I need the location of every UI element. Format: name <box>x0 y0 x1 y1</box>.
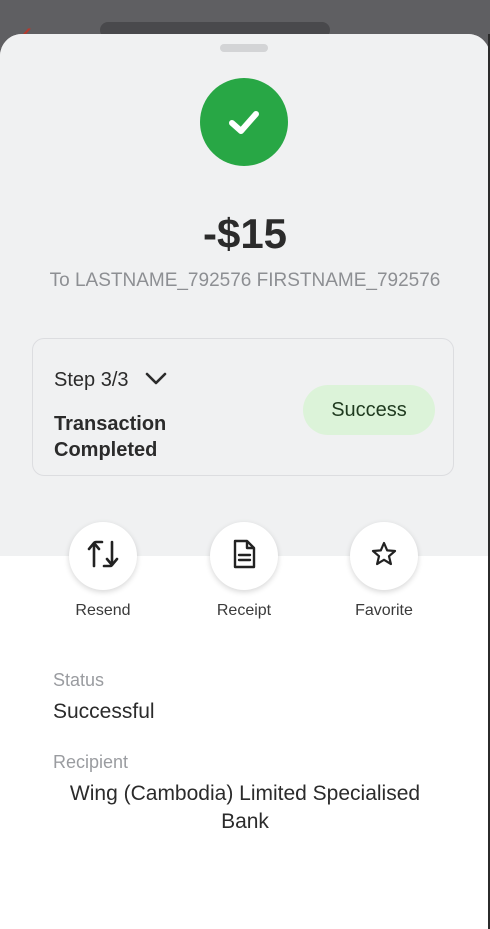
transaction-amount: -$15 <box>202 210 288 257</box>
chevron-down-icon[interactable] <box>145 369 167 392</box>
step-indicator[interactable]: Step 3/3 <box>54 369 167 392</box>
status-label: Status <box>53 670 105 690</box>
resend-action[interactable]: Resend <box>48 522 158 620</box>
resend-arrows-icon <box>86 539 120 574</box>
success-checkmark-icon <box>200 78 288 166</box>
receipt-label: Receipt <box>216 602 272 619</box>
recipient-value: Wing (Cambodia) Limited Specialised Bank <box>69 782 421 833</box>
receipt-action[interactable]: Receipt <box>189 522 299 620</box>
favorite-action[interactable]: Favorite <box>329 522 439 620</box>
resend-label: Resend <box>75 602 131 619</box>
favorite-label: Favorite <box>355 602 413 619</box>
recipient-name: To LASTNAME_792576 FIRSTNAME_792576 <box>49 270 441 291</box>
transaction-bottom-sheet: -$15 To LASTNAME_792576 FIRSTNAME_792576… <box>0 34 490 929</box>
step-status-text: Transaction Completed <box>54 413 167 461</box>
step-label-text: Step 3/3 <box>54 369 129 391</box>
favorite-button[interactable] <box>350 522 418 590</box>
success-badge: Success <box>303 385 435 435</box>
star-icon <box>370 540 398 573</box>
recipient-label: Recipient <box>53 752 129 772</box>
step-status-card[interactable]: Step 3/3 Transaction Completed Success <box>32 338 454 476</box>
receipt-document-icon <box>231 539 257 574</box>
receipt-button[interactable] <box>210 522 278 590</box>
resend-button[interactable] <box>69 522 137 590</box>
status-value: Successful <box>53 700 155 723</box>
drag-handle[interactable] <box>220 44 268 52</box>
